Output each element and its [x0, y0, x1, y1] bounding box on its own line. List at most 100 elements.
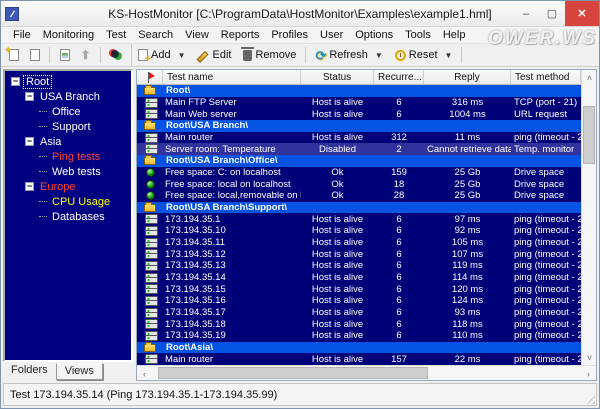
tree-item-europe[interactable]: − Europe: [7, 179, 129, 194]
vertical-scroll-track[interactable]: [582, 85, 596, 350]
upload-button[interactable]: ⬆: [76, 46, 95, 64]
expand-toggle-icon[interactable]: −: [25, 182, 34, 191]
folder-path: Root\USA Branch\Office\: [166, 155, 278, 167]
table-row[interactable]: 173.194.35.1 Host is alive 6 97 ms ping (tim…: [137, 213, 581, 226]
table-row[interactable]: Free space: local,removable on loc... Ok 2…: [137, 190, 581, 202]
column-header-test-method[interactable]: Test method: [511, 70, 581, 85]
vertical-scrollbar[interactable]: ˄ ˅: [581, 70, 596, 365]
refresh-dropdown-icon[interactable]: ▼: [375, 51, 383, 60]
menu-profiles[interactable]: Profiles: [265, 27, 314, 43]
menu-user[interactable]: User: [314, 27, 349, 43]
menu-search[interactable]: Search: [132, 27, 179, 43]
table-row[interactable]: Root\Asia\: [137, 341, 581, 354]
table-row[interactable]: 173.194.35.15 Host is alive 6 120 ms ping (t…: [137, 283, 581, 296]
expand-toggle-icon[interactable]: −: [25, 137, 34, 146]
new-file-button[interactable]: [25, 46, 44, 64]
minimize-button[interactable]: –: [513, 1, 539, 26]
table-row[interactable]: 173.194.35.16 Host is alive 6 124 ms ping (t…: [137, 295, 581, 307]
edit-button[interactable]: Edit: [192, 46, 238, 65]
menu-help[interactable]: Help: [437, 27, 472, 43]
menu-reports[interactable]: Reports: [215, 27, 266, 43]
reset-dropdown-icon[interactable]: ▼: [445, 51, 453, 60]
tree-item-root[interactable]: − Root: [7, 74, 129, 89]
column-header-test-name[interactable]: Test name: [163, 70, 301, 85]
menu-view[interactable]: View: [179, 27, 215, 43]
table-row[interactable]: 173.194.35.10 Host is alive 6 92 ms ping (ti…: [137, 225, 581, 237]
test-name: 173.194.35.17: [165, 307, 226, 319]
table-row[interactable]: 173.194.35.14 Host is alive 6 114 ms ping (t…: [137, 271, 581, 284]
resize-grip[interactable]: [583, 392, 595, 404]
window-controls: – ▢ ✕: [513, 1, 599, 26]
scroll-down-icon[interactable]: ˅: [582, 350, 597, 365]
column-header-status[interactable]: Status: [301, 70, 374, 85]
test-method: ping (timeout - 2000: [514, 213, 581, 225]
horizontal-scroll-track[interactable]: [152, 366, 581, 380]
horizontal-scroll-thumb[interactable]: [158, 367, 428, 379]
table-row[interactable]: Root\USA Branch\Office\: [137, 155, 581, 167]
table-row[interactable]: Main FTP Server Host is alive 6 316 ms TCP (…: [137, 96, 581, 109]
scroll-left-icon[interactable]: ‹: [137, 366, 152, 381]
column-header-flag[interactable]: [137, 70, 163, 85]
column-header-recurrences[interactable]: Recurre...: [374, 70, 424, 85]
add-button[interactable]: Add ▼: [132, 46, 192, 65]
test-method: ping (timeout - 2000: [514, 353, 581, 365]
maximize-button[interactable]: ▢: [539, 1, 565, 26]
tab-folders[interactable]: Folders: [3, 363, 56, 378]
tree-item-label: Root: [22, 74, 53, 89]
test-name: 173.194.35.1: [165, 213, 221, 225]
test-name: 173.194.35.13: [165, 260, 226, 272]
test-reply: 25 Gb: [454, 167, 481, 179]
title-bar: ∕∕ KS-HostMonitor [C:\ProgramData\HostMo…: [1, 1, 599, 27]
scroll-right-icon[interactable]: ›: [581, 366, 596, 381]
table-row[interactable]: Free space: C: on localhost Ok 159 25 Gb Dri…: [137, 166, 581, 179]
table-row[interactable]: 173.194.35.12 Host is alive 6 107 ms ping (t…: [137, 248, 581, 261]
tab-views[interactable]: Views: [55, 363, 103, 380]
panel-tabs: Folders Views: [3, 362, 133, 381]
column-header-reply[interactable]: Reply: [424, 70, 511, 85]
add-dropdown-icon[interactable]: ▼: [178, 51, 186, 60]
color-palette-button[interactable]: [106, 46, 125, 64]
menu-test[interactable]: Test: [100, 27, 132, 43]
menu-monitoring[interactable]: Monitoring: [37, 27, 100, 43]
tree-item-support[interactable]: Support: [7, 119, 129, 134]
tree-item-ping-tests[interactable]: Ping tests: [7, 149, 129, 164]
table-row[interactable]: Root\: [137, 85, 581, 97]
refresh-button[interactable]: ⟳ Refresh ▼: [309, 46, 388, 65]
expand-toggle-icon[interactable]: −: [25, 92, 34, 101]
table-row[interactable]: Main router Host is alive 157 22 ms ping (ti…: [137, 353, 581, 366]
table-row[interactable]: 173.194.35.18 Host is alive 6 118 ms ping (t…: [137, 318, 581, 331]
menu-options[interactable]: Options: [349, 27, 399, 43]
tree-item-cpu-usage[interactable]: CPU Usage: [7, 194, 129, 209]
test-status: Host is alive: [311, 248, 364, 260]
table-row[interactable]: Server room: Temperature Disabled 2 Cannot …: [137, 143, 581, 156]
tree-item-databases[interactable]: Databases: [7, 209, 129, 224]
vertical-scroll-thumb[interactable]: [583, 106, 595, 165]
test-recurrences: 6: [396, 213, 402, 225]
reset-button[interactable]: Reset ▼: [389, 46, 459, 65]
menu-tools[interactable]: Tools: [399, 27, 437, 43]
tree-item-web-tests[interactable]: Web tests: [7, 164, 129, 179]
scroll-up-icon[interactable]: ˄: [582, 70, 597, 85]
table-row[interactable]: 173.194.35.17 Host is alive 6 93 ms ping (ti…: [137, 306, 581, 319]
tree-item-office[interactable]: Office: [7, 104, 129, 119]
table-row[interactable]: Root\USA Branch\: [137, 120, 581, 132]
table-row[interactable]: 173.194.35.11 Host is alive 6 105 ms ping (t…: [137, 236, 581, 249]
table-row[interactable]: Free space: local on localhost Ok 18 25 Gb D…: [137, 178, 581, 191]
open-file-button[interactable]: [55, 46, 74, 64]
tree-item-usa-branch[interactable]: − USA Branch: [7, 89, 129, 104]
table-row[interactable]: 173.194.35.19 Host is alive 6 110 ms ping (t…: [137, 330, 581, 342]
tree-item-asia[interactable]: − Asia: [7, 134, 129, 149]
table-row[interactable]: Main Web server Host is alive 6 1004 ms URL …: [137, 108, 581, 121]
new-test-button[interactable]: [4, 45, 23, 64]
table-row[interactable]: Main router Host is alive 312 11 ms ping (ti…: [137, 131, 581, 144]
test-reply: 93 ms: [454, 307, 481, 319]
expand-toggle-icon[interactable]: −: [11, 77, 20, 86]
close-button[interactable]: ✕: [565, 1, 599, 26]
remove-button[interactable]: Remove: [237, 46, 302, 65]
menu-file[interactable]: File: [7, 27, 37, 43]
table-body: Root\ Main FTP Server Host is alive 6 316 ms…: [137, 85, 581, 366]
test-status: Host is alive: [311, 97, 364, 108]
horizontal-scrollbar[interactable]: ‹ ›: [137, 365, 596, 380]
table-row[interactable]: Root\USA Branch\Support\: [137, 201, 581, 214]
table-row[interactable]: 173.194.35.13 Host is alive 6 119 ms ping (t…: [137, 260, 581, 272]
